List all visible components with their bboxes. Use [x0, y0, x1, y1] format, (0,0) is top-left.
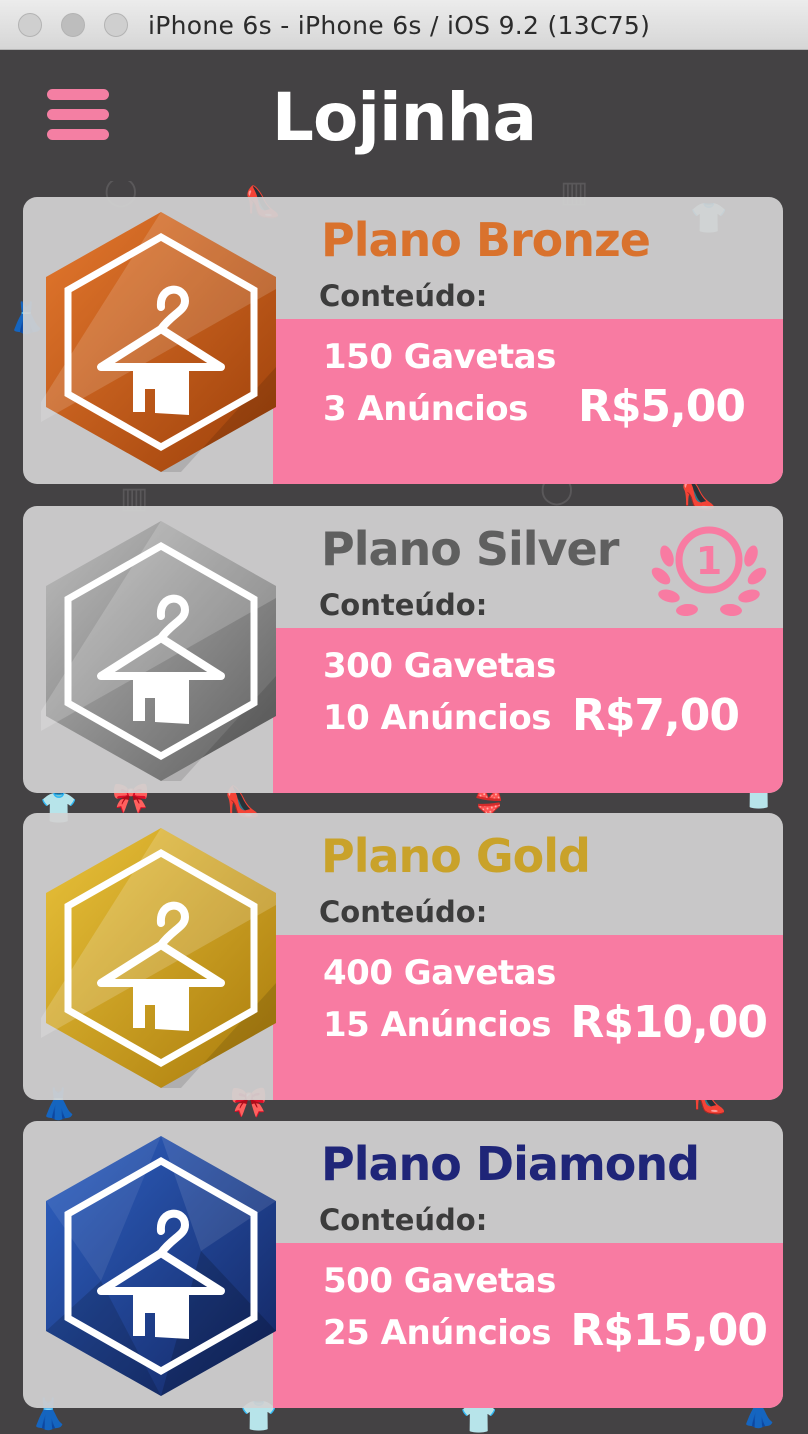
plan-card-silver[interactable]: Plano Silver 1 Conteúdo: 300 Gavetas 10 …: [23, 506, 783, 793]
navigation-bar: Lojinha: [0, 51, 808, 181]
zoom-window-button[interactable]: [104, 13, 128, 37]
content-label: Conteúdo:: [319, 279, 488, 313]
gold-hanger-badge-icon: [41, 828, 276, 1088]
plan-name: Plano Diamond: [321, 1137, 700, 1191]
content-label: Conteúdo:: [319, 895, 488, 929]
simulator-title-bar: iPhone 6s - iPhone 6s / iOS 9.2 (13C75): [0, 0, 808, 50]
silver-hanger-badge-icon: [41, 521, 276, 781]
content-label: Conteúdo:: [319, 1203, 488, 1237]
minimize-window-button[interactable]: [61, 13, 85, 37]
bronze-hanger-badge-icon: [41, 212, 276, 472]
plan-drawers: 300 Gavetas: [323, 646, 556, 686]
plan-card-diamond[interactable]: Plano Diamond Conteúdo: 500 Gavetas 25 A…: [23, 1121, 783, 1408]
plan-ads: 3 Anúncios: [323, 389, 528, 429]
diamond-hanger-badge-icon: [46, 1136, 276, 1396]
plan-price: R$10,00: [570, 997, 768, 1048]
plan-ads: 10 Anúncios: [323, 698, 551, 738]
plan-price: R$15,00: [570, 1305, 768, 1356]
plan-name: Plano Bronze: [321, 213, 651, 267]
plan-name: Plano Silver: [321, 522, 619, 576]
rank-number: 1: [696, 539, 722, 583]
app-screen: ◯ 👠 ▥ 👕 👗 ▥ ◯ 👠 👕 🎀 👠 👙 👕 👗 🎀 👠 👗 👕 👕 👗 …: [0, 51, 808, 1434]
plan-card-bronze[interactable]: Plano Bronze Conteúdo: 150 Gavetas 3 Anú…: [23, 197, 783, 484]
plan-card-gold[interactable]: Plano Gold Conteúdo: 400 Gavetas 15 Anún…: [23, 813, 783, 1100]
plan-price: R$5,00: [577, 381, 746, 432]
page-title: Lojinha: [271, 79, 537, 156]
plan-price: R$7,00: [571, 690, 740, 741]
plan-drawers: 150 Gavetas: [323, 337, 556, 377]
plan-name: Plano Gold: [321, 829, 591, 883]
laurel-rank-icon: 1: [651, 526, 767, 617]
plan-drawers: 400 Gavetas: [323, 953, 556, 993]
plan-ads: 25 Anúncios: [323, 1313, 551, 1353]
close-window-button[interactable]: [18, 13, 42, 37]
plan-ads: 15 Anúncios: [323, 1005, 551, 1045]
content-label: Conteúdo:: [319, 588, 488, 622]
plan-drawers: 500 Gavetas: [323, 1261, 556, 1301]
window-title: iPhone 6s - iPhone 6s / iOS 9.2 (13C75): [148, 11, 651, 40]
